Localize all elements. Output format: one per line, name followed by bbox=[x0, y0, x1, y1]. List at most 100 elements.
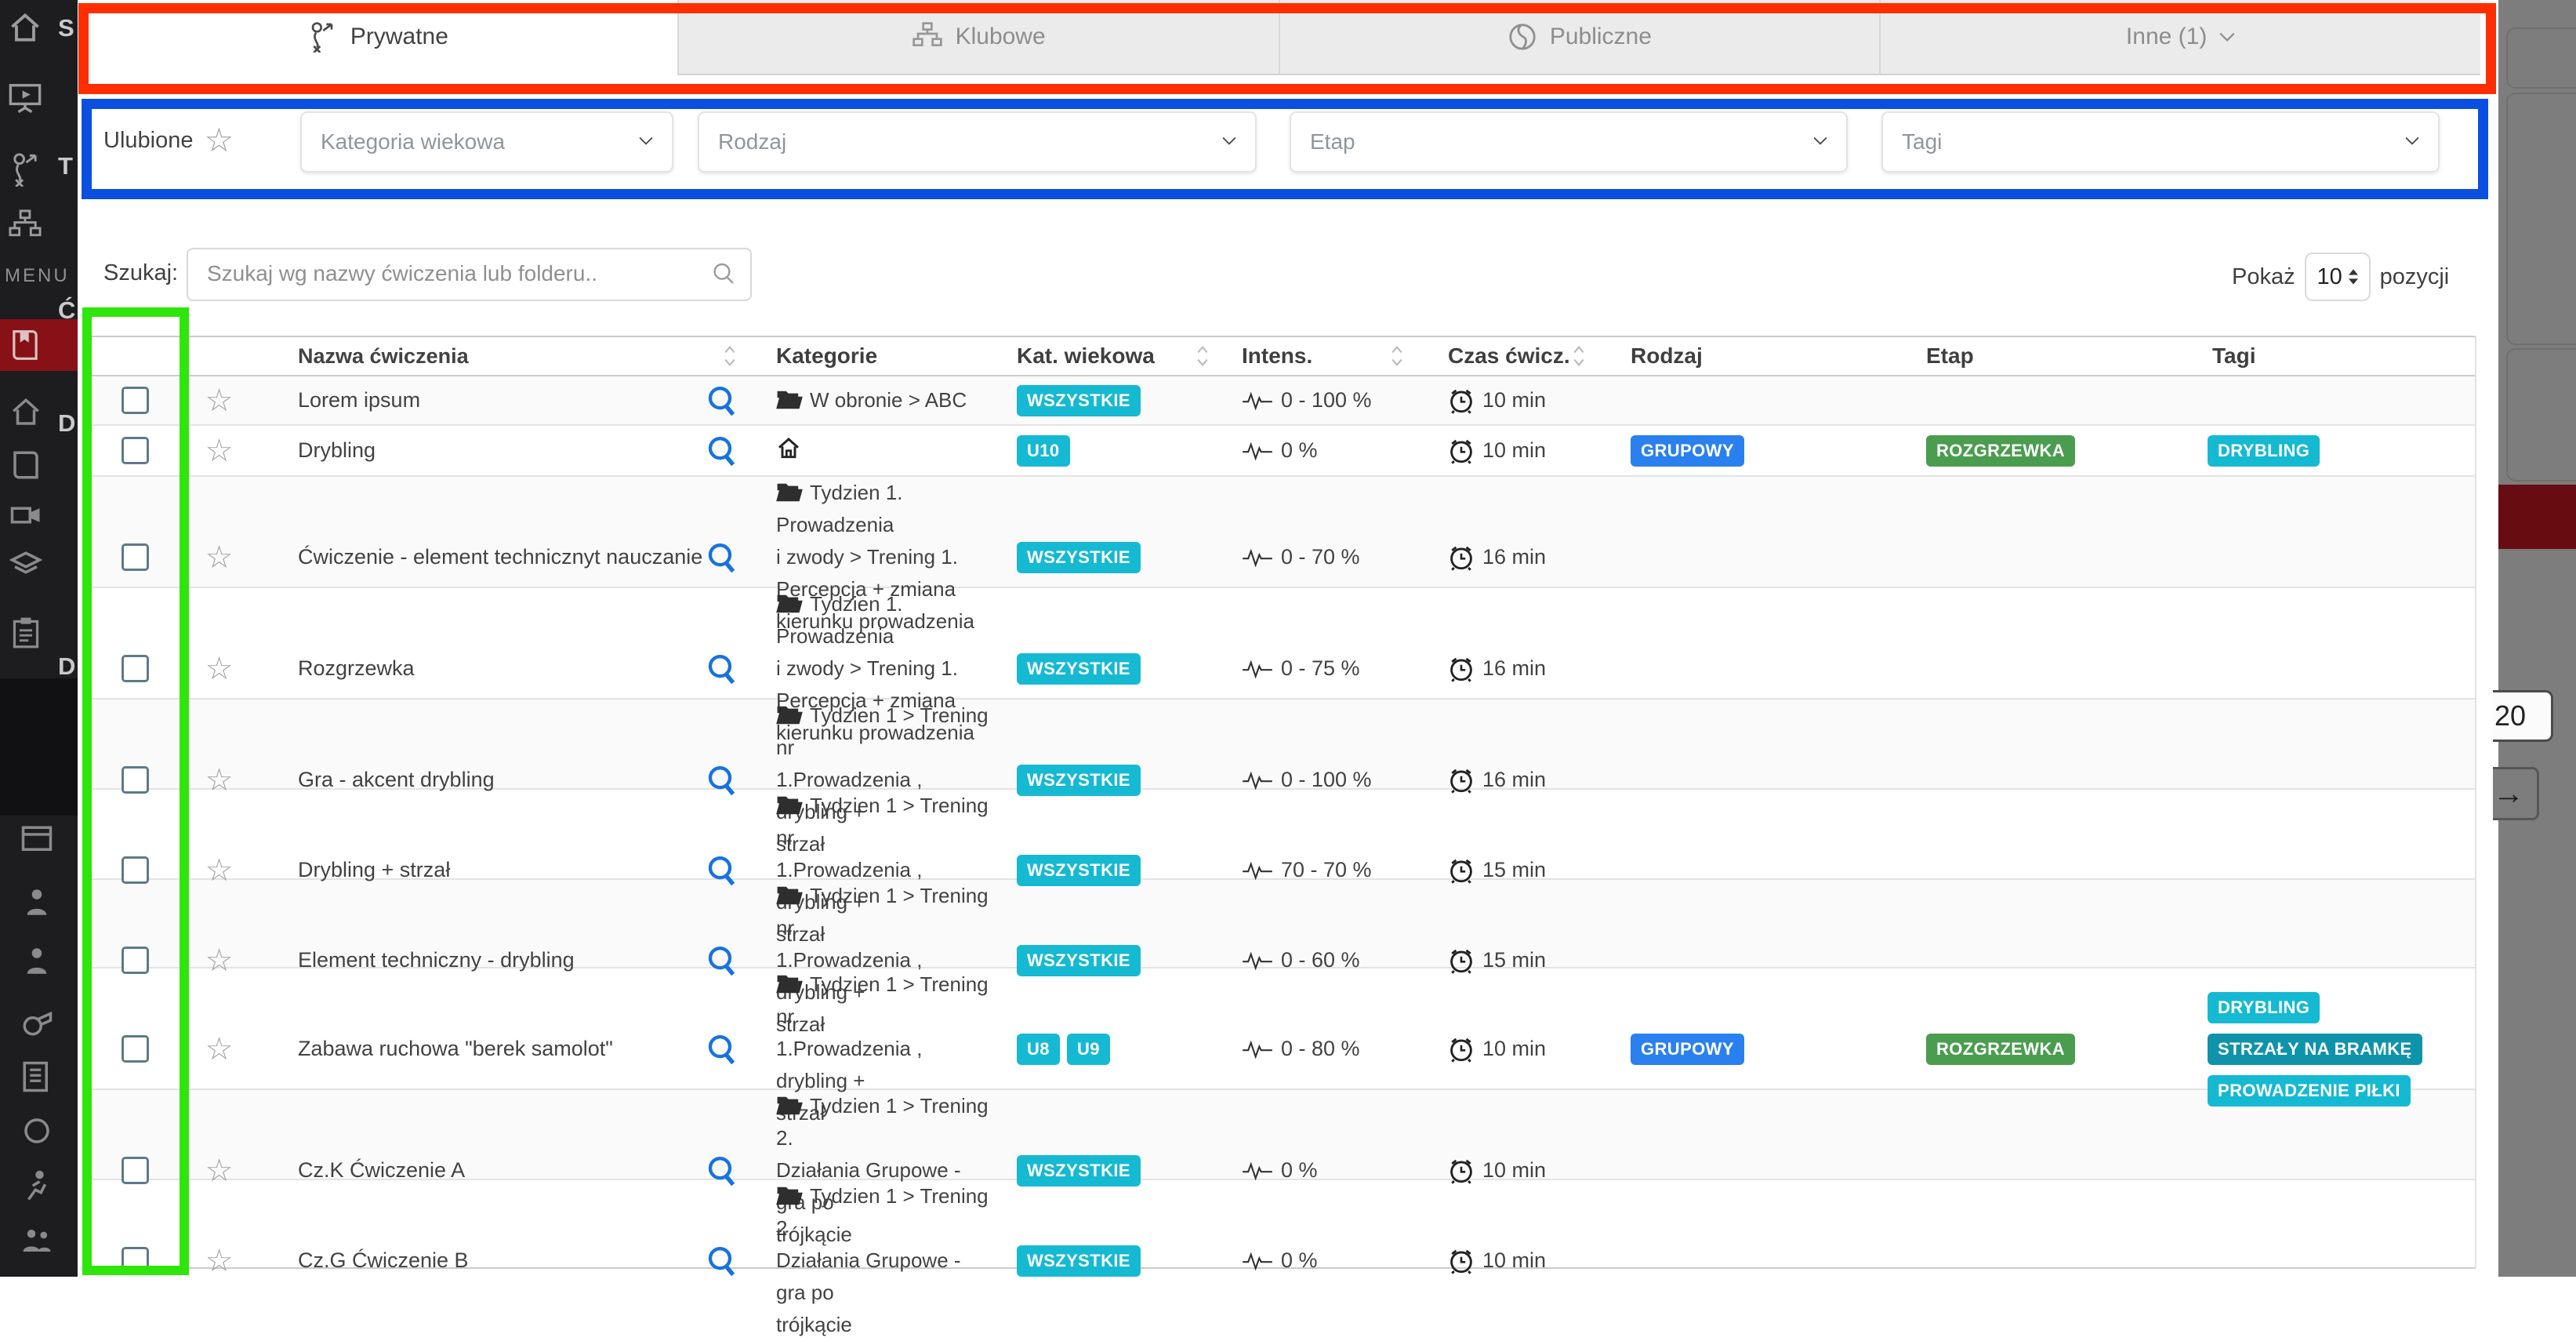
book-icon[interactable] bbox=[9, 449, 42, 482]
preview-magnifier-icon[interactable] bbox=[706, 1034, 738, 1065]
favorites-filter[interactable]: Ulubione ☆ bbox=[103, 124, 234, 157]
filter-stage-dropdown[interactable]: Etap bbox=[1290, 111, 1848, 173]
header-favorite-column bbox=[178, 337, 260, 375]
table-row: ☆ Drybling + strzał Tydzien 1 > Trening … bbox=[92, 790, 2475, 880]
preview-magnifier-icon[interactable] bbox=[706, 542, 738, 573]
intensity-value: 0 - 70 % bbox=[1281, 545, 1360, 569]
sort-icon[interactable] bbox=[1391, 344, 1403, 368]
home-icon bbox=[776, 436, 801, 461]
person-icon[interactable] bbox=[20, 886, 53, 919]
sidebar-item-start[interactable]: S bbox=[0, 0, 78, 56]
favorites-label: Ulubione bbox=[103, 128, 193, 154]
intensity-icon bbox=[1242, 1252, 1273, 1270]
underlay-card bbox=[2506, 27, 2576, 89]
row-checkbox[interactable] bbox=[122, 1247, 149, 1274]
intensity-value: 0 - 100 % bbox=[1281, 388, 1372, 412]
header-checkbox-column bbox=[92, 337, 178, 375]
presentation-icon bbox=[8, 80, 42, 114]
table-row: ☆ Drybling U10 0 % 10 min GRUPOWY ROZGRZ… bbox=[92, 426, 2475, 477]
favorite-star-icon[interactable]: ☆ bbox=[178, 1180, 260, 1341]
camera-icon[interactable] bbox=[9, 499, 42, 532]
person-icon[interactable] bbox=[20, 945, 53, 978]
library-tabs: Prywatne Klubowe Publiczne Inne (1) bbox=[78, 0, 2480, 75]
window-icon[interactable] bbox=[20, 823, 53, 856]
row-checkbox[interactable] bbox=[122, 1035, 149, 1063]
filter-age-category-dropdown[interactable]: Kategoria wiekowa bbox=[300, 111, 673, 173]
tab-publiczne[interactable]: Publiczne bbox=[1279, 0, 1880, 75]
sidebar-dark-section bbox=[0, 678, 78, 816]
dimmed-underlay-panel bbox=[2498, 0, 2576, 1277]
table-row: ☆ Zabawa ruchowa "berek samolot" Tydzien… bbox=[92, 968, 2475, 1090]
preview-magnifier-icon[interactable] bbox=[706, 653, 738, 685]
table-row: ☆ Cz.K Ćwiczenie A Tydzien 1 > Trening 2… bbox=[92, 1090, 2475, 1180]
sort-icon[interactable] bbox=[1196, 344, 1209, 368]
folder-icon bbox=[776, 704, 803, 726]
intensity-value: 0 - 75 % bbox=[1281, 656, 1360, 681]
favorite-star-icon[interactable]: ☆ bbox=[178, 426, 260, 475]
tab-klubowe[interactable]: Klubowe bbox=[677, 0, 1279, 75]
clipboard-icon[interactable] bbox=[9, 616, 42, 649]
folder-icon bbox=[776, 389, 803, 411]
underlay-red-button bbox=[2498, 485, 2576, 549]
house-icon[interactable] bbox=[9, 396, 42, 429]
sort-icon[interactable] bbox=[1573, 344, 1585, 368]
runner-icon[interactable] bbox=[20, 1169, 53, 1202]
age-badge: WSZYSTKIE bbox=[1017, 385, 1141, 416]
row-checkbox[interactable] bbox=[122, 437, 149, 464]
intensity-value: 0 % bbox=[1281, 1248, 1318, 1273]
stage-badge: ROZGRZEWKA bbox=[1926, 1034, 2075, 1065]
row-checkbox[interactable] bbox=[122, 543, 149, 571]
underlay-next-arrow-button[interactable]: → bbox=[2493, 767, 2539, 820]
page-size-prefix: Pokaż bbox=[2232, 264, 2295, 290]
preview-magnifier-icon[interactable] bbox=[706, 435, 738, 467]
list-icon[interactable] bbox=[20, 1060, 53, 1093]
folder-icon bbox=[776, 593, 803, 615]
favorite-star-icon[interactable]: ☆ bbox=[178, 376, 260, 424]
search-input[interactable] bbox=[205, 254, 687, 293]
dropdown-placeholder: Kategoria wiekowa bbox=[321, 129, 505, 154]
header-name[interactable]: Nazwa ćwiczenia bbox=[260, 337, 758, 375]
preview-magnifier-icon[interactable] bbox=[706, 385, 738, 416]
row-checkbox[interactable] bbox=[122, 655, 149, 682]
exercise-name: Drybling + strzał bbox=[298, 858, 450, 882]
time-value: 10 min bbox=[1482, 388, 1546, 412]
preview-magnifier-icon[interactable] bbox=[706, 1245, 738, 1277]
exercise-name: Lorem ipsum bbox=[298, 388, 420, 412]
row-checkbox[interactable] bbox=[122, 387, 149, 414]
stage-badge: ROZGRZEWKA bbox=[1926, 435, 2075, 467]
sidebar-item-active[interactable]: D bbox=[0, 319, 78, 371]
time-value: 10 min bbox=[1482, 1248, 1546, 1273]
kind-badge: GRUPOWY bbox=[1631, 1034, 1744, 1065]
layers-icon[interactable] bbox=[9, 549, 42, 582]
book-icon bbox=[8, 328, 42, 362]
header-intensity[interactable]: Intens. bbox=[1232, 337, 1436, 375]
exercise-library-panel: Prywatne Klubowe Publiczne Inne (1) Ulub… bbox=[78, 0, 2498, 1277]
page-size-suffix: pozycji bbox=[2380, 264, 2450, 290]
tab-inne[interactable]: Inne (1) bbox=[1879, 0, 2480, 75]
time-value: 10 min bbox=[1482, 1158, 1546, 1183]
header-time[interactable]: Czas ćwicz. bbox=[1436, 337, 1616, 375]
header-age[interactable]: Kat. wiekowa bbox=[1001, 337, 1232, 375]
whistle-icon[interactable] bbox=[20, 1005, 53, 1038]
exercise-name: Drybling bbox=[298, 438, 376, 463]
sidebar-item-plans[interactable]: D bbox=[0, 198, 78, 254]
folder-icon bbox=[776, 794, 803, 816]
filter-kind-dropdown[interactable]: Rodzaj bbox=[698, 111, 1257, 173]
tab-prywatne[interactable]: Prywatne bbox=[78, 0, 677, 75]
table-row: ☆ Ćwiczenie - element technicznyt naucza… bbox=[92, 477, 2475, 588]
circle-icon[interactable] bbox=[20, 1114, 53, 1147]
search-icon bbox=[711, 261, 736, 286]
page-size-stepper[interactable]: 10 bbox=[2305, 253, 2371, 301]
globe-icon bbox=[1508, 22, 1537, 52]
clock-icon bbox=[1448, 1248, 1475, 1274]
filter-tags-dropdown[interactable]: Tagi bbox=[1881, 111, 2440, 173]
age-badge: WSZYSTKIE bbox=[1017, 1245, 1141, 1277]
table-row: ☆ Rozgrzewka Tydzien 1. Prowadzenia i zw… bbox=[92, 588, 2475, 700]
people-icon[interactable] bbox=[20, 1224, 53, 1257]
club-hierarchy-icon bbox=[912, 21, 943, 53]
sidebar-item-exercises[interactable]: Ć bbox=[0, 141, 78, 198]
time-value: 16 min bbox=[1482, 545, 1546, 569]
sidebar-item-trainings[interactable]: T bbox=[0, 69, 78, 125]
sort-icon[interactable] bbox=[724, 344, 736, 368]
intensity-icon bbox=[1242, 951, 1273, 970]
